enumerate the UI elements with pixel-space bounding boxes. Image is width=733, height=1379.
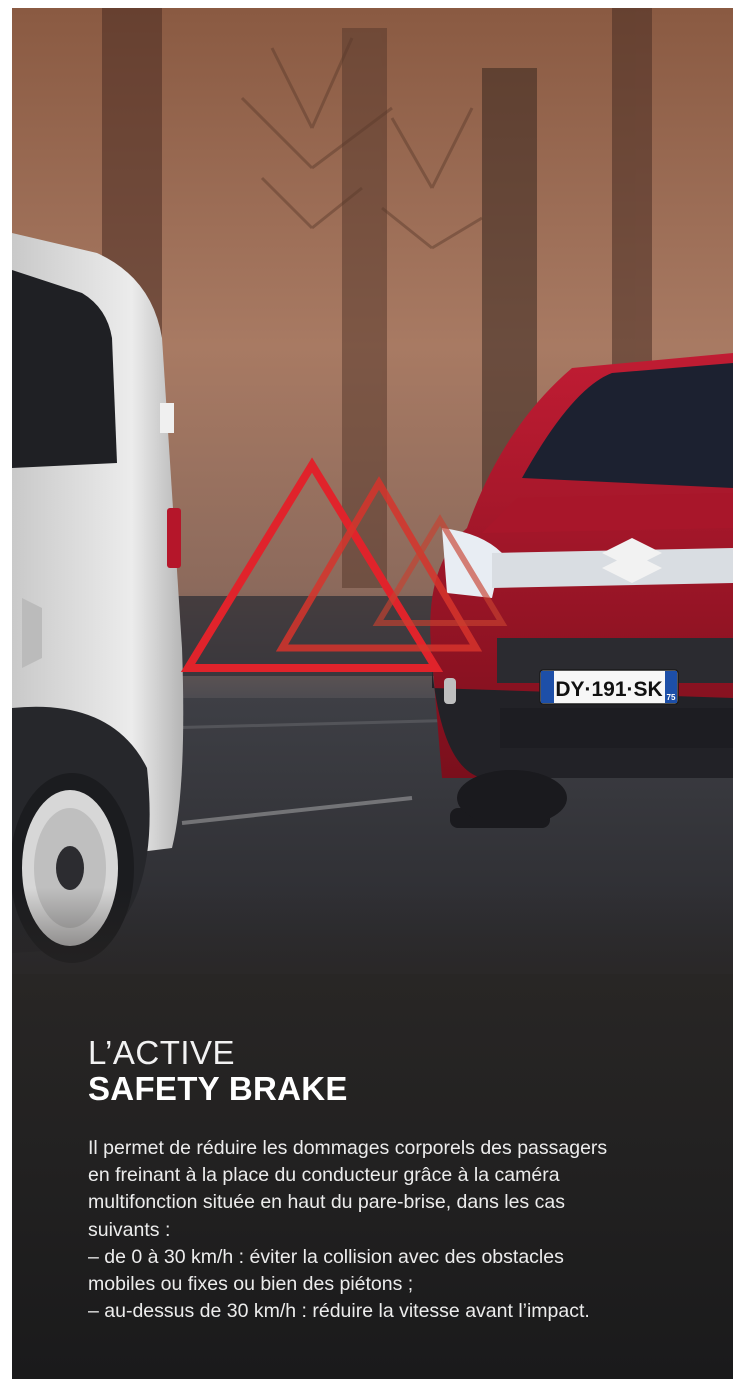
body-line: Il permet de réduire les dommages corpor… [88, 1137, 608, 1159]
body-line: en freinant à la place du conducteur grâ… [88, 1164, 560, 1187]
body-line: – au-dessus de 30 km/h : réduire la vite… [88, 1300, 590, 1323]
license-plate: DY·191·SK 75 [539, 669, 679, 705]
body-text: Il permet de réduire les dommages corpor… [88, 1135, 688, 1325]
body-line: mobiles ou fixes ou bien des piétons ; [88, 1273, 414, 1296]
body-line: – de 0 à 30 km/h : éviter la collision a… [88, 1245, 564, 1268]
heading-line-2: SAFETY BRAKE [88, 1070, 348, 1107]
brochure-page: DY·191·SK 75 L’ACTIVE SAFETY BRAKE Il pe… [12, 8, 733, 1379]
heading-line-1: L’ACTIVE [88, 1034, 236, 1071]
license-plate-number: DY·191·SK [555, 678, 662, 701]
hero-photo: DY·191·SK 75 [12, 8, 733, 974]
body-line: multifonction située en haut du pare-bri… [88, 1191, 565, 1214]
body-line: suivants : [88, 1218, 171, 1241]
license-plate-region: 75 [667, 693, 676, 702]
